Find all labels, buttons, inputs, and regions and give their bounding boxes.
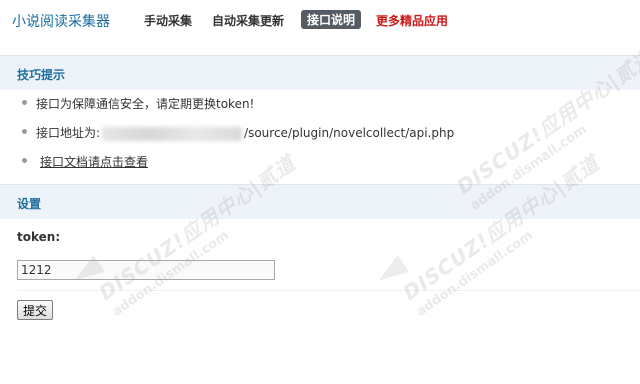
app-title: 小说阅读采集器 [12,14,110,30]
watermark-main: DISCUZ!应用中心|贰道 [94,150,300,305]
settings-section-header: 设置 [0,184,640,219]
bullet-icon [22,158,27,163]
tab-more-apps[interactable]: 更多精品应用 [376,12,448,29]
divider [17,290,640,291]
token-input[interactable] [17,260,275,280]
redacted-domain [102,126,243,141]
token-label: token: [17,230,61,244]
tip-text-token: 接口为保障通信安全，请定期更换token! [36,97,255,111]
bullet-icon [22,100,27,105]
tab-manual-collect[interactable]: 手动采集 [144,12,192,29]
tips-section-title: 技巧提示 [17,68,66,82]
api-url-path: /source/plugin/novelcollect/api.php [244,126,455,140]
tab-api-docs[interactable]: 接口说明 [301,10,362,29]
watermark: DISCUZ!应用中心|贰道 addon.dismall.com [396,148,614,320]
watermark: DISCUZ!应用中心|贰道 addon.dismall.com [92,148,310,320]
tab-auto-collect-update[interactable]: 自动采集更新 [212,12,284,29]
watermark-arrow-icon [372,255,410,289]
settings-section-title: 设置 [17,197,42,211]
tip-text-api-url: 接口地址为: /source/plugin/novelcollect/api.ph… [36,125,454,141]
bullet-icon [22,129,27,134]
tips-section-header: 技巧提示 [0,55,640,90]
api-docs-link[interactable]: 接口文档请点击查看 [40,154,148,170]
api-url-prefix: 接口地址为: [36,126,101,140]
top-nav: 小说阅读采集器 手动采集 自动采集更新 接口说明 更多精品应用 [0,0,640,40]
watermark-main: DISCUZ!应用中心|贰道 [398,150,604,305]
submit-button[interactable]: 提交 [17,300,54,320]
